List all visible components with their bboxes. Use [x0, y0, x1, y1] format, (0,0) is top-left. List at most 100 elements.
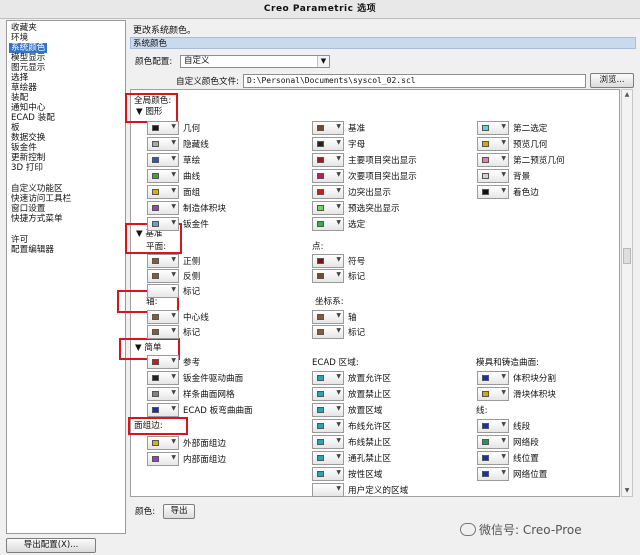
sidebar-item-sketcher[interactable]: 草绘器 [11, 83, 37, 93]
sidebar-item-config-editor[interactable]: 配置编辑器 [11, 245, 54, 255]
sidebar-item-entity-display[interactable]: 图元显示 [11, 63, 45, 73]
color-picker-flex-area[interactable]: ▼ [312, 467, 344, 481]
sidebar-item-notification-center[interactable]: 通知中心 [11, 103, 45, 113]
color-picker-selected[interactable]: ▼ [312, 217, 344, 231]
sidebar-item-selection[interactable]: 选择 [11, 73, 28, 83]
color-picker-inner-face-edge[interactable]: ▼ [147, 452, 179, 466]
panel-scrollbar[interactable]: ▲ ▼ [621, 89, 633, 497]
color-picker-geometry[interactable]: ▼ [147, 121, 179, 135]
chevron-down-icon: ▼ [336, 405, 341, 412]
color-picker-spline-mesh[interactable]: ▼ [147, 387, 179, 401]
export-colors-button[interactable]: 导出 [163, 504, 195, 519]
sidebar-item-sheetmetal[interactable]: 钣金件 [11, 143, 37, 153]
color-picker-line-position[interactable]: ▼ [477, 451, 509, 465]
scroll-thumb[interactable] [623, 248, 631, 264]
color-picker-csys-axis[interactable]: ▼ [312, 310, 344, 324]
color-swatch [482, 125, 489, 131]
label-plane-front: 正侧 [183, 257, 201, 267]
sidebar-item-data-exchange[interactable]: 数据交换 [11, 133, 45, 143]
color-picker-user-defined-area[interactable]: ▼ [312, 483, 344, 497]
color-picker-outer-face-edge[interactable]: ▼ [147, 436, 179, 450]
color-picker-plane-tag[interactable]: ▼ [147, 284, 179, 298]
sidebar-item-ecad-assembly[interactable]: ECAD 装配 [11, 113, 55, 123]
color-swatch [152, 258, 159, 264]
sidebar-item-window-settings[interactable]: 窗口设置 [11, 204, 45, 214]
watermark-text: 微信号: Creo-Proe [479, 523, 582, 537]
color-swatch [317, 173, 324, 179]
color-picker-reference[interactable]: ▼ [147, 355, 179, 369]
sidebar-item-favorites[interactable]: 收藏夹 [11, 23, 37, 33]
color-picker-place-allowed[interactable]: ▼ [312, 371, 344, 385]
color-picker-place-forbidden[interactable]: ▼ [312, 387, 344, 401]
color-picker-quilt[interactable]: ▼ [147, 185, 179, 199]
color-picker-route-allowed[interactable]: ▼ [312, 419, 344, 433]
label-volume-split: 体积块分割 [513, 374, 556, 384]
color-picker-point-tag[interactable]: ▼ [312, 269, 344, 283]
color-swatch [317, 439, 324, 445]
color-picker-network-segment[interactable]: ▼ [477, 435, 509, 449]
mold-casting-label: 模具和铸造曲面: [476, 358, 540, 368]
sidebar-item-board[interactable]: 板 [11, 123, 20, 133]
color-picker-primary-highlight[interactable]: ▼ [312, 153, 344, 167]
sidebar-item-model-display[interactable]: 模型显示 [11, 53, 45, 63]
color-picker-curve[interactable]: ▼ [147, 169, 179, 183]
scroll-up-icon[interactable]: ▲ [623, 91, 631, 99]
sidebar-item-update-control[interactable]: 更新控制 [11, 153, 45, 163]
chevron-down-icon: ▼ [501, 187, 506, 194]
color-picker-via-forbidden[interactable]: ▼ [312, 451, 344, 465]
color-picker-network-position[interactable]: ▼ [477, 467, 509, 481]
group-simple-toggle[interactable]: ▼ 简单 [135, 343, 162, 353]
scroll-down-icon[interactable]: ▼ [623, 487, 631, 495]
group-graphics-toggle[interactable]: ▼ 图形 [136, 107, 163, 117]
chevron-down-icon: ▼ [171, 203, 176, 210]
color-picker-letters[interactable]: ▼ [312, 137, 344, 151]
sidebar-item-system-colors[interactable]: 系统颜色 [9, 43, 48, 53]
custom-color-file-input[interactable]: D:\Personal\Documents\syscol_02.scl [243, 74, 586, 88]
wechat-watermark: 微信号: Creo-Proe [460, 521, 582, 538]
sidebar-item-environment[interactable]: 环境 [11, 33, 28, 43]
color-picker-shaded-edge[interactable]: ▼ [477, 185, 509, 199]
color-picker-axis-tag[interactable]: ▼ [147, 325, 179, 339]
color-picker-point-symbol[interactable]: ▼ [312, 254, 344, 268]
color-picker-axis-centerline[interactable]: ▼ [147, 310, 179, 324]
color-picker-sheetmetal-driven-surface[interactable]: ▼ [147, 371, 179, 385]
color-scheme-select[interactable]: 自定义 ▼ [180, 55, 330, 68]
sidebar-item-3d-print[interactable]: 3D 打印 [11, 163, 43, 173]
sidebar-item-customize-ribbon[interactable]: 自定义功能区 [11, 184, 63, 194]
color-picker-datum[interactable]: ▼ [312, 121, 344, 135]
export-config-button[interactable]: 导出配置(X)... [6, 538, 96, 553]
color-picker-plane-front[interactable]: ▼ [147, 254, 179, 268]
options-category-list[interactable]: 收藏夹 环境 系统颜色 模型显示 图元显示 选择 草绘器 装配 通知中心 ECA… [6, 20, 126, 534]
sidebar-item-shortcut-menu[interactable]: 快捷方式菜单 [11, 214, 63, 224]
color-picker-mfg-volume[interactable]: ▼ [147, 201, 179, 215]
color-picker-plane-back[interactable]: ▼ [147, 269, 179, 283]
color-picker-place-area[interactable]: ▼ [312, 403, 344, 417]
browse-button[interactable]: 浏览... [590, 73, 634, 88]
color-picker-ecad-bend-surface[interactable]: ▼ [147, 403, 179, 417]
label-letters: 字母 [348, 140, 366, 150]
sidebar-item-quick-access-toolbar[interactable]: 快速访问工具栏 [11, 194, 71, 204]
sidebar-item-license[interactable]: 许可 [11, 235, 28, 245]
color-picker-preselect-highlight[interactable]: ▼ [312, 201, 344, 215]
color-swatch [482, 391, 489, 397]
label-spline-mesh: 样条曲面网格 [183, 390, 235, 400]
chevron-down-icon: ▼ [171, 438, 176, 445]
label-reference: 参考 [183, 358, 201, 368]
color-picker-sketch[interactable]: ▼ [147, 153, 179, 167]
color-picker-csys-tag[interactable]: ▼ [312, 325, 344, 339]
color-picker-secondary-selected[interactable]: ▼ [477, 121, 509, 135]
color-picker-preview-geometry[interactable]: ▼ [477, 137, 509, 151]
color-picker-slider-volume[interactable]: ▼ [477, 387, 509, 401]
color-swatch [317, 221, 324, 227]
color-picker-route-forbidden[interactable]: ▼ [312, 435, 344, 449]
color-picker-edge-highlight[interactable]: ▼ [312, 185, 344, 199]
color-picker-secondary-highlight[interactable]: ▼ [312, 169, 344, 183]
label-axis-tag: 标记 [183, 328, 201, 338]
color-picker-volume-split[interactable]: ▼ [477, 371, 509, 385]
color-picker-hidden-line[interactable]: ▼ [147, 137, 179, 151]
color-picker-secondary-preview[interactable]: ▼ [477, 153, 509, 167]
color-picker-line-segment[interactable]: ▼ [477, 419, 509, 433]
color-picker-background[interactable]: ▼ [477, 169, 509, 183]
sidebar-item-assembly[interactable]: 装配 [11, 93, 28, 103]
color-picker-sheetmetal[interactable]: ▼ [147, 217, 179, 231]
